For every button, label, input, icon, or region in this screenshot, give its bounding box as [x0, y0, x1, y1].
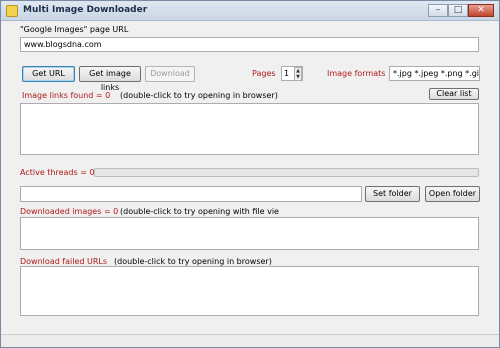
threads-progress-bar: [94, 168, 479, 177]
image-links-hint: (double-click to try opening in browser): [120, 91, 278, 100]
url-label: "Google Images" page URL: [20, 25, 129, 34]
image-formats-label: Image formats: [327, 69, 386, 78]
image-formats-input[interactable]: *.jpg *.jpeg *.png *.gif *.bmp: [389, 66, 480, 81]
set-folder-button[interactable]: Set folder: [365, 186, 420, 202]
status-bar: [1, 334, 499, 347]
downloaded-images-hint: (double-click to try opening with file v…: [120, 207, 279, 216]
download-button[interactable]: Download: [145, 66, 195, 82]
app-folder-icon: [6, 5, 18, 17]
downloaded-images-list[interactable]: [20, 217, 479, 250]
close-button[interactable]: ✕: [468, 4, 494, 17]
failed-urls-list[interactable]: [20, 266, 479, 316]
image-links-list[interactable]: [20, 103, 479, 155]
title-bar[interactable]: Multi Image Downloader – □ ✕: [1, 1, 499, 21]
pages-stepper[interactable]: 1 ▲ ▼: [281, 66, 303, 81]
app-window: Multi Image Downloader – □ ✕ "Google Ima…: [0, 0, 500, 348]
clear-list-button[interactable]: Clear list: [429, 88, 479, 100]
maximize-button[interactable]: □: [448, 4, 468, 17]
url-input[interactable]: www.blogsdna.com: [20, 37, 479, 52]
window-title: Multi Image Downloader: [23, 5, 148, 15]
open-folder-button[interactable]: Open folder: [425, 186, 480, 202]
pages-value: 1: [284, 69, 290, 78]
minimize-button[interactable]: –: [428, 4, 448, 17]
get-url-button[interactable]: Get URL: [22, 66, 75, 82]
active-threads-label: Active threads = 0: [20, 168, 95, 177]
downloaded-images-label: Downloaded images = 0: [20, 207, 119, 216]
pages-label: Pages: [252, 69, 276, 78]
failed-urls-label: Download failed URLs: [20, 257, 108, 266]
failed-urls-hint: (double-click to try opening in browser): [114, 257, 272, 266]
image-links-count-label: Image links found = 0: [22, 91, 111, 100]
folder-path-input[interactable]: [20, 186, 362, 202]
get-image-links-button[interactable]: Get image links: [79, 66, 141, 92]
spin-down-icon[interactable]: ▼: [295, 74, 301, 80]
pages-spinner[interactable]: ▲ ▼: [294, 67, 302, 80]
